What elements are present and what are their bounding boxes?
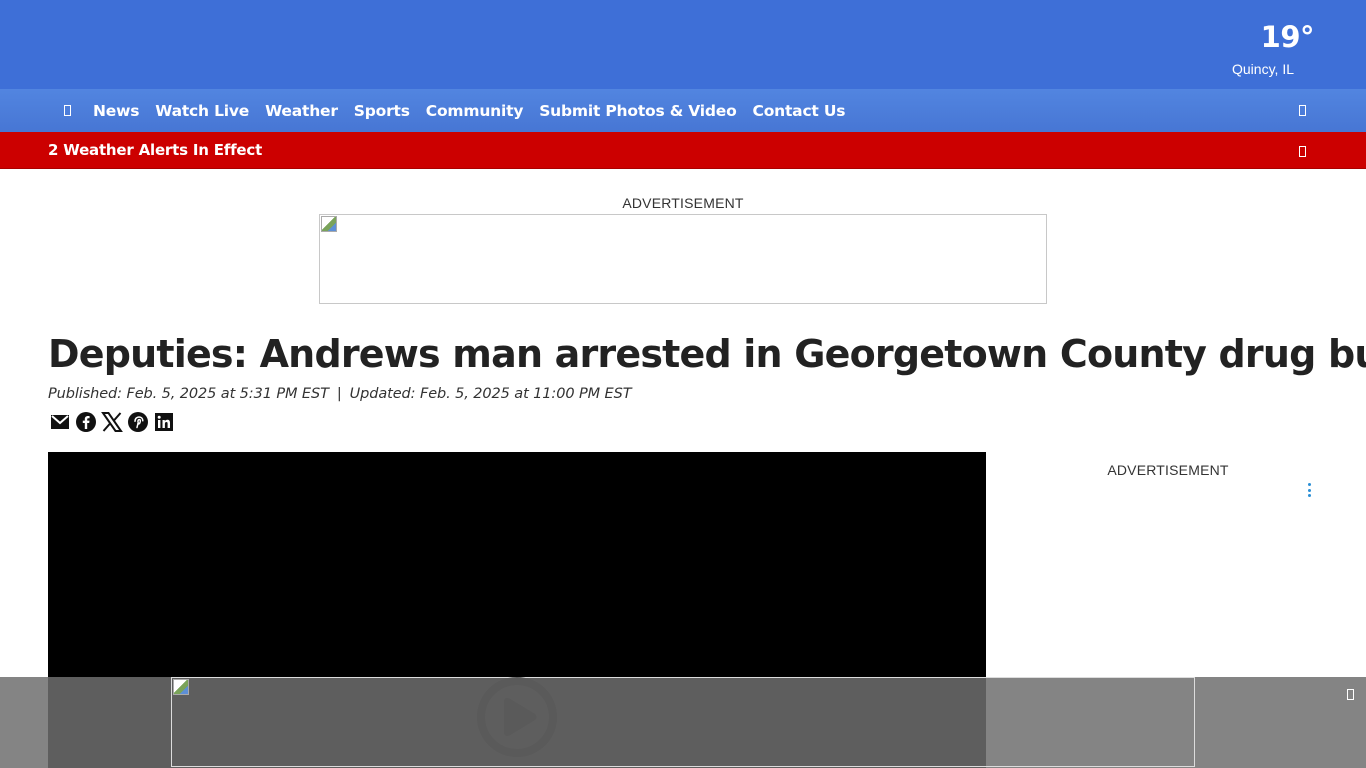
share-email-button[interactable] [49,411,71,433]
dateline-separator: | [336,386,342,402]
video-play-button[interactable] [476,676,558,758]
published-date: Published: Feb. 5, 2025 at 5:31 PM EST [48,386,329,402]
nav-item-news[interactable]: News [93,102,139,120]
kebab-dot [1307,483,1311,486]
nav-item-sports[interactable]: Sports [354,102,410,120]
alert-toggle-button[interactable] [1296,144,1308,158]
nav-item-community[interactable]: Community [426,102,524,120]
nav-item-weather[interactable]: Weather [265,102,338,120]
broken-image-icon [321,216,337,232]
nav-item-contact-us[interactable]: Contact Us [753,102,846,120]
kebab-dot [1307,494,1311,497]
main-nav: News Watch Live Weather Sports Community… [0,89,1366,132]
ad-label-top: ADVERTISEMENT [622,195,744,211]
kebab-dot [1307,488,1311,492]
weather-alert-bar[interactable]: 2 Weather Alerts In Effect [0,132,1366,169]
ad-banner-top[interactable] [319,214,1047,304]
home-icon [63,105,71,116]
play-icon [477,677,557,757]
share-pinterest-button[interactable] [127,411,149,433]
nav-item-submit-photos-video[interactable]: Submit Photos & Video [539,102,736,120]
email-icon [51,415,69,429]
nav-home-button[interactable] [56,89,78,132]
nav-list: News Watch Live Weather Sports Community… [56,89,861,132]
x-icon [101,412,123,432]
weather-temperature: 19° [1260,20,1315,54]
chevron-down-icon [1298,145,1306,157]
share-linkedin-button[interactable] [153,411,175,433]
ad-options-button[interactable] [1306,483,1312,497]
facebook-icon [76,412,96,432]
nav-item-watch-live[interactable]: Watch Live [155,102,249,120]
share-buttons [49,411,175,435]
updated-date: Updated: Feb. 5, 2025 at 11:00 PM EST [349,386,632,402]
share-facebook-button[interactable] [75,411,97,433]
linkedin-icon [155,413,173,431]
site-header: 19° Quincy, IL [0,0,1366,89]
pinterest-icon [128,412,148,432]
search-button[interactable] [1296,102,1308,118]
sticky-ad-close-button[interactable] [1344,687,1356,701]
share-x-button[interactable] [101,411,123,433]
sticky-ad-banner[interactable] [171,677,1195,767]
article-headline: Deputies: Andrews man arrested in George… [48,332,1366,376]
weather-alert-text[interactable]: 2 Weather Alerts In Effect [48,132,262,169]
weather-location: Quincy, IL [1232,61,1294,77]
search-icon [1298,104,1306,116]
sticky-bottom-ad [0,677,1366,768]
close-icon [1346,688,1354,700]
article-dateline: Published: Feb. 5, 2025 at 5:31 PM EST | U… [48,386,632,402]
broken-image-icon [173,679,189,695]
ad-label-side: ADVERTISEMENT [1107,462,1229,478]
